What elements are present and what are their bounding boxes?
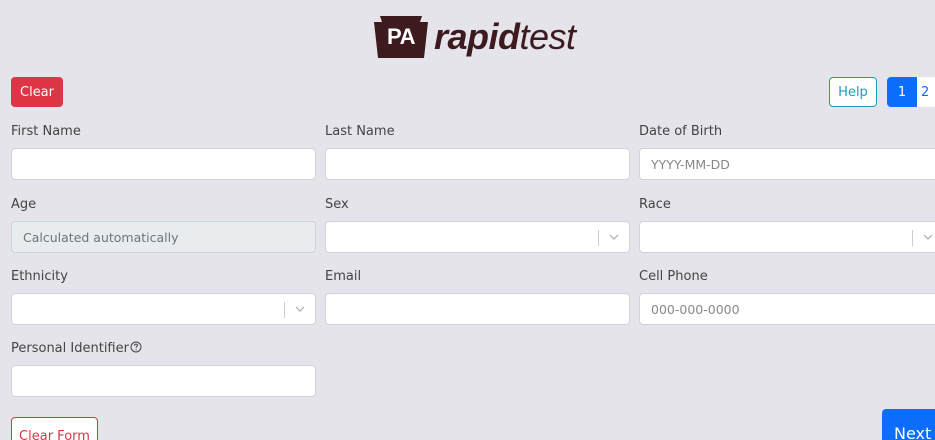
age-label: Age [11, 197, 37, 212]
clear-form-button[interactable]: Clear Form [11, 417, 98, 440]
page-pagination: 1 2 [887, 77, 935, 107]
next-button[interactable]: Next [882, 409, 935, 440]
first-name-input[interactable] [11, 148, 316, 180]
email-input[interactable] [325, 293, 630, 325]
age-readonly-field: Calculated automatically [11, 221, 316, 253]
page-2-button[interactable]: 2 [917, 77, 935, 107]
last-name-label: Last Name [325, 124, 395, 139]
help-button[interactable]: Help [829, 77, 877, 107]
dob-input[interactable] [639, 148, 935, 180]
first-name-label: First Name [11, 124, 81, 139]
clear-button[interactable]: Clear [11, 77, 63, 107]
last-name-input[interactable] [325, 148, 630, 180]
select-separator [912, 230, 913, 246]
race-select[interactable] [639, 221, 935, 253]
chevron-down-icon [295, 306, 305, 312]
cell-phone-input[interactable] [639, 293, 935, 325]
select-separator [598, 230, 599, 246]
logo-badge-text: PA [387, 24, 415, 49]
keystone-badge-icon: PA [372, 16, 430, 58]
cell-phone-label: Cell Phone [639, 269, 708, 284]
parapidtest-logo: PA rapid test [372, 16, 576, 58]
ethnicity-label: Ethnicity [11, 269, 68, 284]
chevron-down-icon [609, 234, 619, 240]
question-circle-icon[interactable] [130, 341, 142, 353]
sex-label: Sex [325, 197, 349, 212]
logo-test-text: test [519, 16, 577, 57]
race-label: Race [639, 197, 671, 212]
chevron-down-icon [923, 234, 933, 240]
page-1-button[interactable]: 1 [887, 77, 917, 107]
logo-rapid-text: rapid [434, 16, 520, 57]
personal-identifier-label-text: Personal Identifier [11, 341, 129, 356]
sex-select[interactable] [325, 221, 630, 253]
email-label: Email [325, 269, 362, 284]
dob-label: Date of Birth [639, 124, 723, 139]
ethnicity-select[interactable] [11, 293, 316, 325]
personal-identifier-input[interactable] [11, 365, 316, 397]
personal-identifier-label: Personal Identifier [11, 341, 142, 356]
select-separator [284, 302, 285, 318]
patient-form-page: PA rapid test Clear Help 1 2 First Name L… [0, 0, 935, 440]
